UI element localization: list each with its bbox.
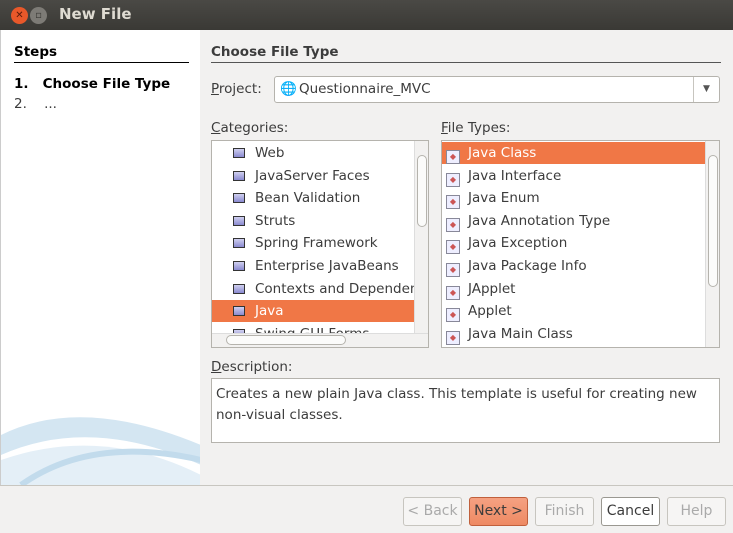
- list-item[interactable]: ◆ Java Annotation Type: [442, 210, 706, 232]
- list-item[interactable]: ◆ Java Interface: [442, 165, 706, 187]
- project-value: Questionnaire_MVC: [299, 81, 431, 97]
- divider: [0, 485, 733, 486]
- list-item-label: Applet: [468, 303, 512, 320]
- list-item-label: Bean Validation: [255, 190, 361, 207]
- file-types-list[interactable]: ◆ Java Class ◆ Java Interface ◆ Java Enum ◆ Jav…: [441, 140, 720, 348]
- categories-hscrollbar[interactable]: [212, 333, 428, 347]
- file-types-vscrollbar[interactable]: [705, 141, 719, 347]
- java-file-icon: ◆: [446, 330, 460, 345]
- steps-panel: Steps 1. Choose File Type 2. ...: [0, 30, 200, 485]
- list-item[interactable]: Spring Framework: [212, 232, 415, 254]
- title-bar: ✕ ▫ New File: [0, 0, 733, 30]
- list-item-label: Spring Framework: [255, 235, 378, 252]
- project-label: Project:: [211, 81, 262, 97]
- description-label: Description:: [211, 359, 293, 375]
- finish-button[interactable]: Finish: [535, 497, 594, 526]
- list-item-label: Java: [255, 303, 284, 320]
- close-button[interactable]: ✕: [11, 7, 28, 24]
- list-item[interactable]: Web: [212, 142, 415, 164]
- list-item[interactable]: ◆ JApplet: [442, 278, 706, 300]
- list-item-label: Enterprise JavaBeans: [255, 258, 399, 274]
- list-item-label: JApplet: [468, 280, 516, 297]
- description-text: Creates a new plain Java class. This tem…: [211, 378, 720, 443]
- java-file-icon: ◆: [446, 240, 460, 255]
- maximize-button[interactable]: ▫: [30, 7, 47, 24]
- project-combobox[interactable]: 🌐 Questionnaire_MVC ▼: [274, 76, 720, 103]
- java-file-icon: ◆: [446, 217, 460, 232]
- list-item[interactable]: Bean Validation: [212, 187, 415, 209]
- step-2: 2. ...: [14, 96, 57, 112]
- folder-icon: [233, 148, 245, 158]
- next-button[interactable]: Next >: [469, 497, 528, 526]
- list-item[interactable]: ◆ Applet: [442, 300, 706, 323]
- list-item-label: Struts: [255, 212, 296, 229]
- folder-icon: [233, 193, 245, 204]
- steps-heading: Steps: [14, 44, 189, 63]
- list-item[interactable]: ◆ Java Enum: [442, 187, 706, 210]
- list-item[interactable]: Contexts and Dependency Injection: [212, 278, 428, 300]
- globe-icon: 🌐: [280, 81, 297, 97]
- list-item[interactable]: ◆ Java Main Class: [442, 323, 706, 345]
- folder-icon: [233, 283, 245, 294]
- list-item-label: Java Annotation Type: [468, 212, 611, 229]
- list-item[interactable]: Java: [212, 300, 415, 323]
- categories-vscrollbar[interactable]: [414, 141, 428, 333]
- step-1: 1. Choose File Type: [14, 76, 170, 92]
- java-file-icon: ◆: [446, 195, 460, 210]
- folder-icon: [233, 170, 245, 181]
- list-item-label: Java Main Class: [468, 325, 573, 342]
- folder-icon: [233, 261, 245, 271]
- window-title: New File: [59, 5, 132, 23]
- help-button[interactable]: Help: [667, 497, 726, 526]
- cancel-button[interactable]: Cancel: [601, 497, 660, 526]
- section-heading: Choose File Type: [211, 44, 721, 63]
- decorative-swirl: [1, 417, 200, 485]
- categories-label: Categories:: [211, 120, 289, 136]
- list-item[interactable]: ◆ Java Class: [442, 142, 706, 164]
- folder-icon: [233, 238, 245, 249]
- java-file-icon: ◆: [446, 263, 460, 277]
- list-item-label: Web: [255, 145, 285, 161]
- java-file-icon: ◆: [446, 285, 460, 300]
- list-item-label: Java Class: [468, 145, 537, 161]
- chevron-down-icon[interactable]: ▼: [693, 77, 719, 102]
- list-item-label: Java Interface: [468, 167, 562, 184]
- list-item-label: JavaServer Faces: [255, 167, 370, 184]
- list-item-label: Java Exception: [468, 235, 568, 252]
- categories-list[interactable]: Web JavaServer Faces Bean Validation Struts…: [211, 140, 429, 348]
- step-number: 1.: [14, 76, 29, 92]
- list-item[interactable]: ◆ Java Exception: [442, 232, 706, 255]
- back-button[interactable]: < Back: [403, 497, 462, 526]
- list-item[interactable]: JavaServer Faces: [212, 165, 415, 187]
- folder-icon: [233, 215, 245, 226]
- list-item-label: Contexts and Dependency Injection: [255, 280, 429, 297]
- step-number: 2.: [14, 96, 27, 112]
- java-file-icon: ◆: [446, 150, 460, 164]
- list-item[interactable]: ◆ Java Package Info: [442, 255, 706, 277]
- list-item[interactable]: Struts: [212, 210, 415, 232]
- list-item-label: Java Package Info: [468, 258, 587, 274]
- java-file-icon: ◆: [446, 308, 460, 323]
- list-item-label: Java Enum: [468, 190, 540, 207]
- step-label: Choose File Type: [42, 76, 171, 92]
- folder-icon: [233, 306, 245, 317]
- java-file-icon: ◆: [446, 172, 460, 187]
- step-label: ...: [44, 96, 57, 112]
- list-item[interactable]: Enterprise JavaBeans: [212, 255, 415, 277]
- file-types-label: File Types:: [441, 120, 511, 136]
